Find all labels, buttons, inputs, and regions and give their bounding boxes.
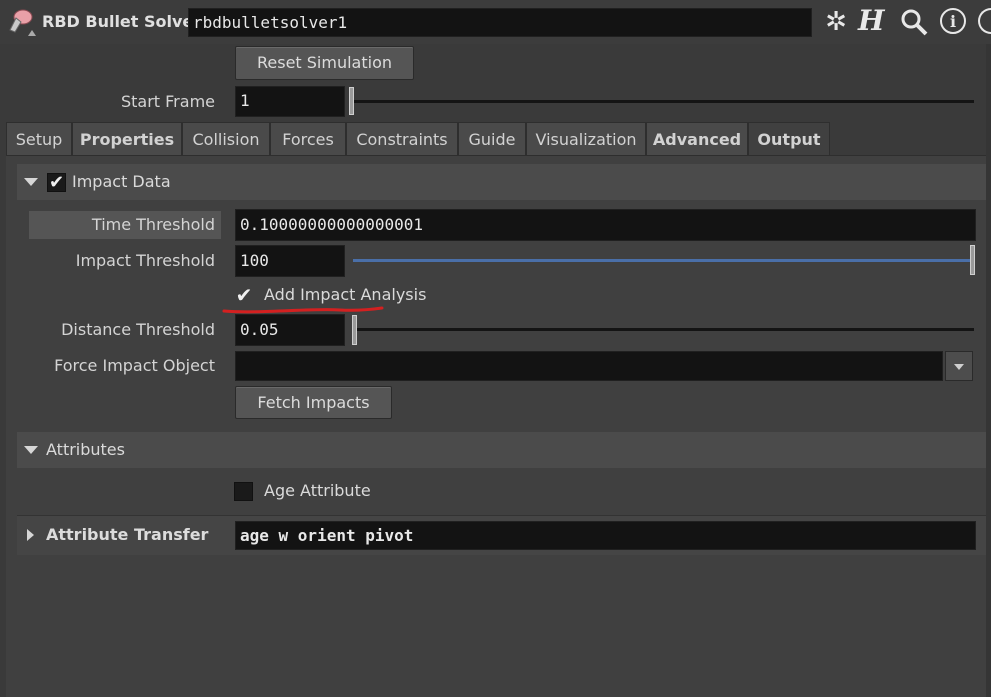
fetch-impacts-button[interactable]: Fetch Impacts [235,386,392,419]
tab-advanced[interactable]: Advanced [646,122,748,155]
time-threshold-input[interactable]: 0.10000000000000001 [235,209,976,241]
impact-threshold-input[interactable]: 100 [235,245,345,277]
start-frame-input[interactable]: 1 [235,86,345,117]
distance-threshold-input[interactable]: 0.05 [235,314,345,346]
time-threshold-label: Time Threshold [29,211,221,239]
age-attribute-checkbox[interactable] [234,482,253,501]
distance-threshold-slider-handle[interactable] [352,315,357,345]
impact-threshold-slider-handle[interactable] [970,245,975,275]
collapse-triangle-icon[interactable] [24,446,38,454]
start-frame-slider-track[interactable] [352,100,974,103]
start-frame-label: Start Frame [120,92,215,111]
start-frame-slider-handle[interactable] [349,87,354,115]
help-h-icon[interactable]: H [858,6,888,36]
distance-threshold-slider-track[interactable] [355,328,974,331]
impact-data-title: Impact Data [72,172,171,191]
tab-forces[interactable]: Forces [270,122,346,155]
chevron-down-icon [954,364,964,370]
gear-icon[interactable]: ✲ [822,8,850,36]
tab-properties[interactable]: Properties [72,122,182,155]
collapse-triangle-icon[interactable] [24,178,38,186]
force-impact-object-dropdown-button[interactable] [945,351,973,381]
scrollbar[interactable] [986,44,991,697]
tab-collision[interactable]: Collision [182,122,270,155]
distance-threshold-label: Distance Threshold [61,320,215,339]
impact-threshold-label: Impact Threshold [75,251,215,270]
tab-visualization[interactable]: Visualization [526,122,646,155]
node-name-input[interactable]: rbdbulletsolver1 [188,8,812,37]
node-type-label: RBD Bullet Solver [42,12,202,31]
info-icon[interactable]: i [940,8,966,34]
age-attribute-label[interactable]: Age Attribute [264,478,371,504]
reset-simulation-button[interactable]: Reset Simulation [235,46,414,80]
checkmark-icon: ✔ [48,172,65,193]
tab-output[interactable]: Output [748,122,830,155]
impact-data-checkbox[interactable]: ✔ [47,173,66,192]
tab-guide[interactable]: Guide [458,122,526,155]
expand-triangle-icon[interactable] [27,529,34,541]
tab-constraints[interactable]: Constraints [346,122,458,155]
tab-setup[interactable]: Setup [6,122,72,155]
search-icon[interactable] [900,8,928,36]
force-impact-object-input[interactable] [235,351,943,381]
attributes-title: Attributes [46,440,125,459]
impact-threshold-slider-track[interactable] [353,259,971,262]
force-impact-object-label: Force Impact Object [54,356,215,375]
attributes-header[interactable] [17,432,991,468]
attribute-transfer-input[interactable]: age w orient pivot [235,521,976,550]
attribute-transfer-label: Attribute Transfer [46,525,209,544]
rbd-node-icon[interactable] [6,8,36,36]
